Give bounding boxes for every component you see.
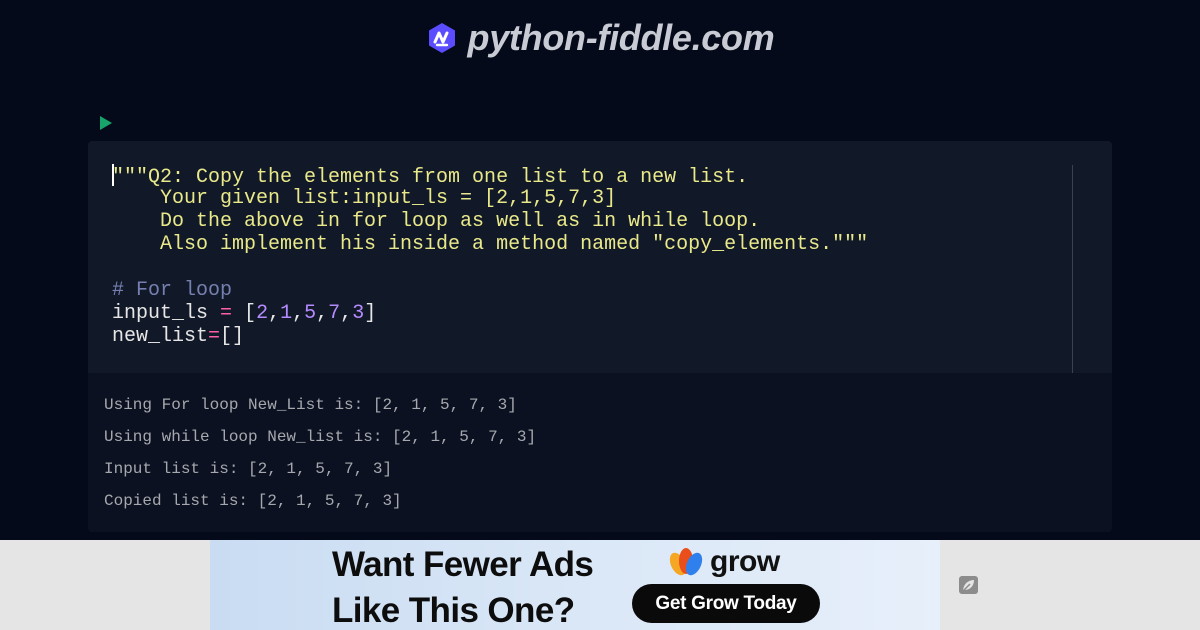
code-token: [ xyxy=(232,302,257,325)
code-token: ] xyxy=(364,302,377,325)
code-line[interactable] xyxy=(112,256,1052,279)
code-token: = xyxy=(220,302,233,325)
output-line: Using For loop New_List is: [2, 1, 5, 7,… xyxy=(104,396,517,414)
site-name[interactable]: python-fiddle.com xyxy=(468,17,775,59)
output-line: Input list is: [2, 1, 5, 7, 3] xyxy=(104,460,393,478)
code-token: Also implement his inside a method named… xyxy=(112,233,869,256)
code-token: Do the above in for loop as well as in w… xyxy=(112,210,761,233)
ad-brand: grow xyxy=(668,544,780,580)
python-fiddle-logo-icon[interactable] xyxy=(426,22,458,54)
code-token: = xyxy=(208,325,221,348)
page: python-fiddle.com """Q2: Copy the elemen… xyxy=(0,0,1200,630)
output-line: Using while loop New_list is: [2, 1, 5, … xyxy=(104,428,537,446)
code-content[interactable]: """Q2: Copy the elements from one list t… xyxy=(112,164,1052,348)
leaf-icon[interactable] xyxy=(959,576,978,594)
output-line: Copied list is: [2, 1, 5, 7, 3] xyxy=(104,492,402,510)
ad-headline-line-1: Want Fewer Ads xyxy=(332,545,594,584)
ad-banner[interactable]: Want Fewer Ads Like This One? grow Get G… xyxy=(210,540,940,630)
code-token: , xyxy=(340,302,353,325)
code-line[interactable]: """Q2: Copy the elements from one list t… xyxy=(112,164,1052,189)
ad-headline-line-2: Like This One? xyxy=(332,591,575,630)
code-token: # For loop xyxy=(112,279,233,302)
editor-scrollbar[interactable] xyxy=(1072,165,1073,373)
code-line[interactable]: # For loop xyxy=(112,279,1052,302)
code-token: new_list xyxy=(112,325,209,348)
code-token: 5 xyxy=(304,302,317,325)
output-lines: Using For loop New_List is: [2, 1, 5, 7,… xyxy=(104,394,536,522)
code-token: 7 xyxy=(328,302,341,325)
code-line[interactable]: Also implement his inside a method named… xyxy=(112,233,1052,256)
site-header: python-fiddle.com xyxy=(0,16,1200,60)
ad-headline: Want Fewer Ads Like This One? xyxy=(332,542,594,630)
code-token: 1 xyxy=(280,302,293,325)
code-line[interactable]: Do the above in for loop as well as in w… xyxy=(112,210,1052,233)
run-button[interactable] xyxy=(97,113,115,133)
play-icon xyxy=(100,116,112,130)
ad-brand-name: grow xyxy=(710,545,780,578)
code-token: Your given list:input_ls = [2,1,5,7,3] xyxy=(112,187,617,210)
code-token: """Q2: Copy the elements from one list t… xyxy=(112,166,749,189)
code-token: , xyxy=(268,302,281,325)
code-token: 3 xyxy=(352,302,365,325)
code-token: input_ls xyxy=(112,302,221,325)
grow-logo-icon xyxy=(669,548,703,576)
code-line[interactable]: Your given list:input_ls = [2,1,5,7,3] xyxy=(112,187,1052,210)
code-line[interactable]: input_ls = [2,1,5,7,3] xyxy=(112,302,1052,325)
code-token: [] xyxy=(220,325,245,348)
code-token: 2 xyxy=(256,302,269,325)
code-token: , xyxy=(292,302,305,325)
get-grow-button[interactable]: Get Grow Today xyxy=(632,584,820,623)
code-line[interactable]: new_list=[] xyxy=(112,325,1052,348)
code-token: , xyxy=(316,302,329,325)
